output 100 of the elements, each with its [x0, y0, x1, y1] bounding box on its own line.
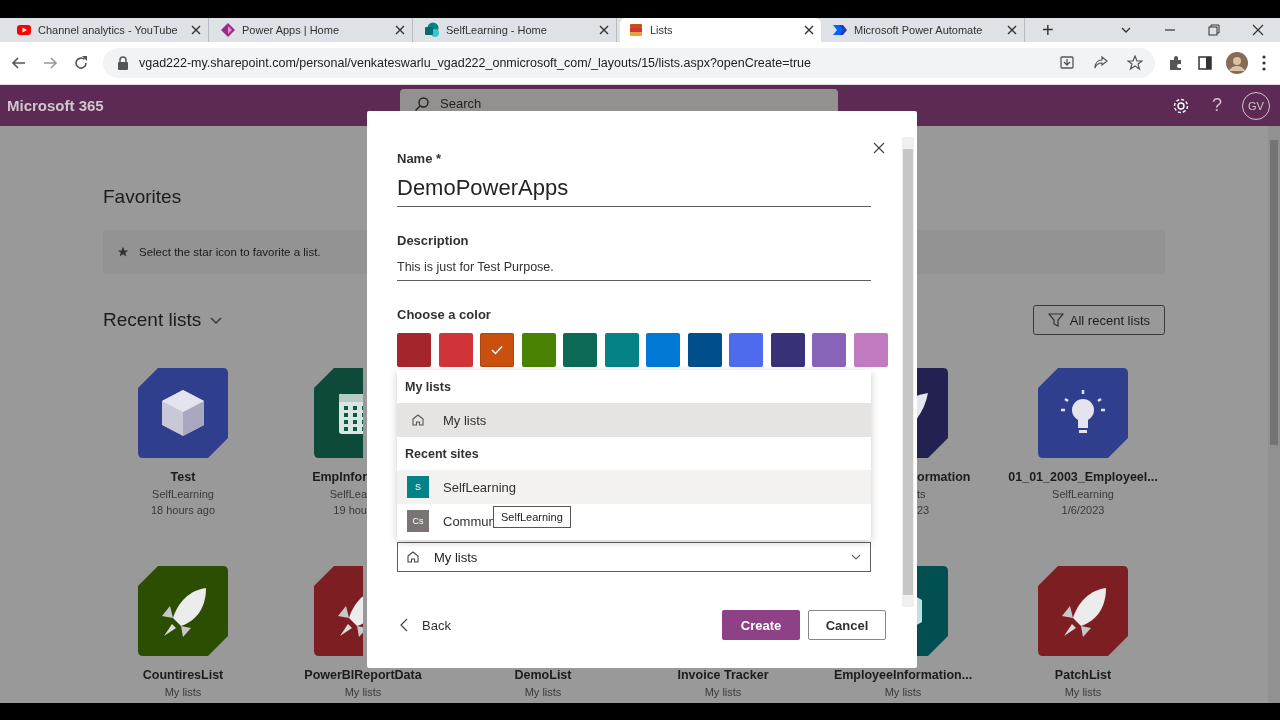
settings-icon[interactable]: [1172, 96, 1190, 115]
list-meta: My lists: [704, 685, 742, 700]
list-meta: SelfLea: [329, 487, 367, 502]
list-title[interactable]: Test: [170, 469, 196, 486]
list-meta: My lists: [524, 685, 562, 700]
list-meta: 18 hours ago: [150, 503, 216, 518]
browser-tab[interactable]: Lists: [620, 18, 821, 42]
share-icon[interactable]: [1093, 55, 1109, 71]
location-dropdown[interactable]: My lists: [397, 542, 871, 572]
list-meta: SelfLearning: [1052, 487, 1114, 502]
site-badge: Cs: [407, 510, 429, 532]
profile-avatar-icon[interactable]: [1226, 52, 1248, 74]
color-swatch[interactable]: [729, 333, 763, 367]
lock-icon[interactable]: [117, 56, 129, 70]
list-title[interactable]: CountiresList: [142, 667, 224, 684]
recent-lists-dropdown[interactable]: Recent lists: [103, 309, 224, 331]
search-icon: [414, 95, 430, 112]
list-meta: ts: [917, 487, 926, 502]
section-title: Favorites: [103, 186, 182, 208]
tab-title: Lists: [650, 24, 674, 36]
check-icon: [491, 345, 503, 355]
rocket-icon[interactable]: [138, 566, 228, 656]
browser-tab[interactable]: SelfLearning - Home: [416, 18, 617, 42]
list-title[interactable]: ormation: [917, 469, 971, 486]
color-swatch[interactable]: [480, 333, 514, 367]
list-meta: SelfLearning: [152, 487, 214, 502]
reload-icon[interactable]: [72, 54, 90, 72]
scrollbar[interactable]: [902, 137, 914, 607]
puzzle-icon[interactable]: [1168, 55, 1184, 71]
field-label: Choose a color: [397, 307, 492, 323]
tooltip: SelfLearning: [493, 506, 571, 528]
color-swatch[interactable]: [853, 333, 888, 367]
section-title: Recent lists: [103, 309, 202, 331]
diamond-icon: [220, 22, 236, 38]
rocket-icon[interactable]: [314, 566, 363, 656]
list-meta: 23: [917, 503, 930, 518]
new-tab-button[interactable]: +: [1042, 20, 1054, 40]
scrollbar[interactable]: [1268, 126, 1280, 703]
restore-icon[interactable]: [1207, 23, 1221, 37]
sharepoint-icon: [424, 22, 440, 38]
search-field[interactable]: Search: [438, 92, 828, 115]
back-button[interactable]: Back: [397, 617, 451, 633]
chevron-left-icon: [400, 618, 408, 632]
close-icon[interactable]: [1005, 23, 1019, 37]
color-swatch[interactable]: [604, 333, 639, 367]
close-icon[interactable]: [189, 23, 203, 37]
filter-icon: [1047, 312, 1064, 328]
help-button[interactable]: ?: [1212, 95, 1222, 116]
list-title[interactable]: EmpInfor: [312, 469, 367, 486]
close-icon[interactable]: [872, 141, 886, 155]
menu-header: My lists: [404, 379, 452, 396]
create-button[interactable]: Create: [722, 610, 800, 640]
sidebar-icon[interactable]: [1197, 55, 1213, 71]
menu-item[interactable]: My lists: [397, 403, 871, 437]
color-swatch[interactable]: [646, 333, 680, 367]
color-swatch[interactable]: [687, 333, 722, 367]
more-menu-icon[interactable]: [1261, 54, 1267, 72]
star-icon: [117, 246, 129, 258]
color-swatch[interactable]: [521, 333, 556, 367]
close-icon[interactable]: [802, 23, 816, 37]
menu-header: Recent sites: [404, 446, 480, 463]
tab-title: Power Apps | Home: [242, 24, 340, 36]
chevron-logo-icon: [832, 22, 848, 38]
bulb-icon[interactable]: [1038, 368, 1128, 458]
list-title[interactable]: EmployeeInformation...: [833, 667, 973, 684]
tab-title: SelfLearning - Home: [446, 24, 548, 36]
browser-tab[interactable]: Microsoft Power Automate: [824, 18, 1025, 42]
rocket-icon[interactable]: [1038, 566, 1128, 656]
list-title[interactable]: DemoList: [514, 667, 572, 684]
calendar-icon[interactable]: [314, 368, 363, 458]
list-title[interactable]: PatchList: [1054, 667, 1112, 684]
star-icon[interactable]: [1127, 55, 1143, 71]
color-swatch[interactable]: [438, 333, 473, 367]
list-title[interactable]: 01_01_2003_Employeel...: [1008, 469, 1158, 486]
list-meta: My lists: [884, 685, 922, 700]
home-icon: [411, 413, 425, 427]
browser-tab[interactable]: Power Apps | Home: [212, 18, 413, 42]
cancel-button[interactable]: Cancel: [808, 610, 886, 640]
field-label: Name *: [397, 151, 443, 167]
color-swatch[interactable]: [812, 333, 846, 367]
hint-text: Select the star icon to favorite a list.: [139, 246, 321, 258]
list-meta: My lists: [1064, 685, 1102, 700]
address-bar[interactable]: vgad222-my.sharepoint.com/personal/venkateswarlu_vgad222_onmicrosoft_com/_layouts/15/lists.aspx?openCreate=true: [103, 48, 1155, 78]
list-meta: 19 hou: [333, 503, 367, 518]
close-icon[interactable]: [393, 23, 407, 37]
color-swatch[interactable]: [397, 333, 431, 367]
color-swatch[interactable]: [770, 333, 805, 367]
list-title[interactable]: Invoice Tracker: [677, 667, 769, 684]
browser-tab[interactable]: Channel analytics - YouTube: [8, 18, 209, 42]
app-name[interactable]: Microsoft 365: [7, 97, 400, 114]
field-label: Description: [397, 233, 470, 249]
list-meta: 1/6/2023: [1061, 503, 1105, 518]
close-icon[interactable]: [1251, 23, 1265, 37]
close-icon[interactable]: [597, 23, 611, 37]
install-icon[interactable]: [1059, 55, 1075, 71]
color-swatch[interactable]: [563, 333, 597, 367]
list-title[interactable]: PowerBIReportData: [304, 667, 422, 684]
menu-item[interactable]: S SelfLearning: [397, 470, 871, 504]
filter-button[interactable]: All recent lists: [1032, 305, 1165, 335]
lists-icon: [628, 22, 644, 38]
